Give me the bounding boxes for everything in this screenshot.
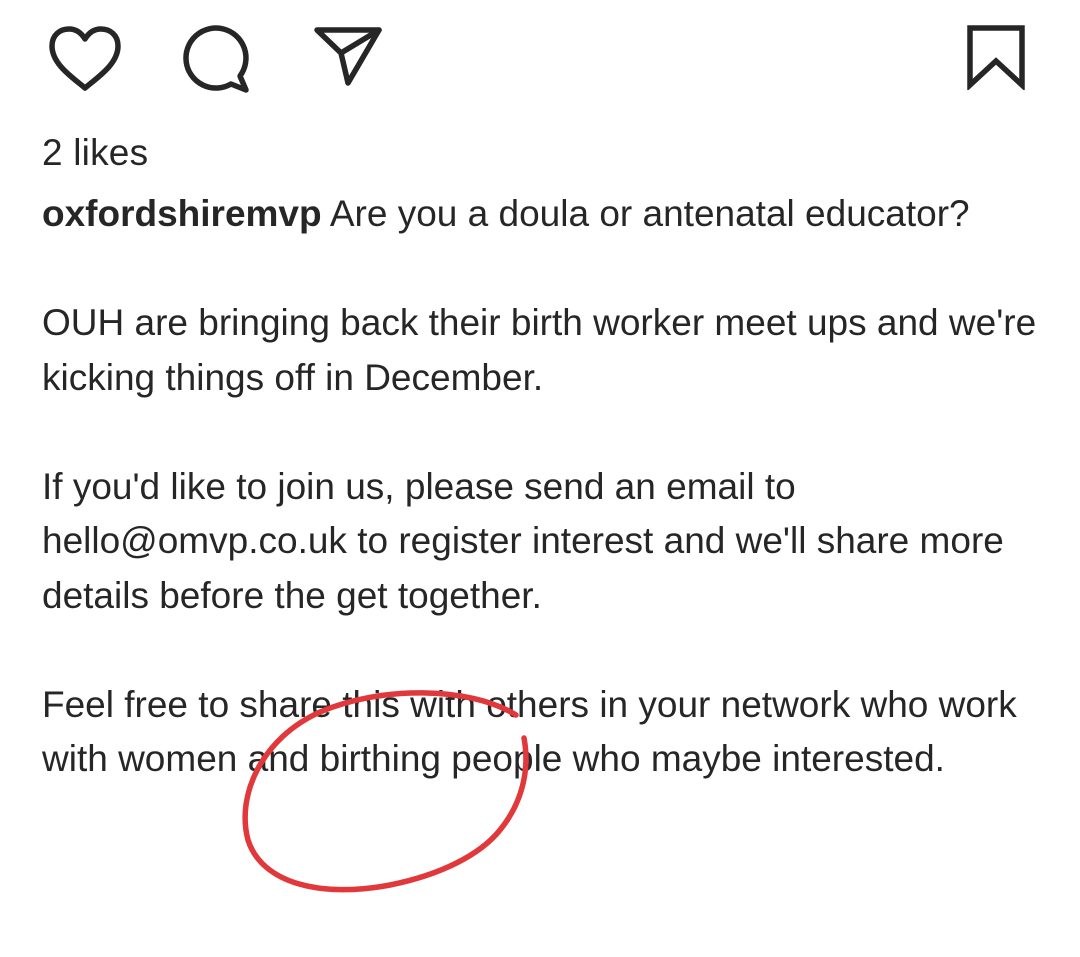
comment-bubble-icon[interactable] [180, 24, 252, 94]
caption-text: Are you a doula or antenatal educator? [329, 193, 970, 234]
likes-count[interactable]: 2 likes [42, 126, 148, 180]
bookmark-icon[interactable] [964, 24, 1028, 90]
caption-paragraph: If you'd like to join us, please send an… [42, 465, 1004, 616]
post-caption: oxfordshiremvp Are you a doula or antena… [42, 187, 1042, 787]
caption-paragraph: Feel free to share this with others in y… [42, 683, 1017, 780]
heart-icon[interactable] [46, 24, 124, 94]
paper-plane-icon[interactable] [312, 22, 384, 88]
caption-username[interactable]: oxfordshiremvp [42, 193, 322, 234]
caption-paragraph: oxfordshiremvp Are you a doula or antena… [42, 187, 1042, 242]
caption-paragraph: OUH are bringing back their birth worker… [42, 302, 1037, 398]
post-action-bar [0, 0, 1080, 120]
